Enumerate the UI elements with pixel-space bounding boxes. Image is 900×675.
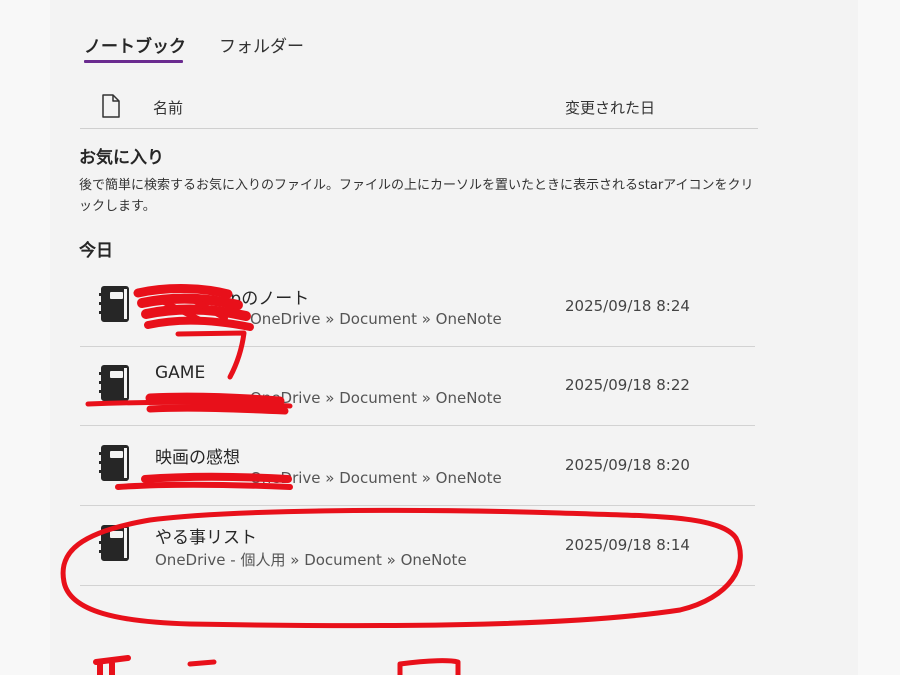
notebook-icon (98, 285, 132, 327)
notebook-date: 2025/09/18 8:14 (565, 536, 690, 554)
notebook-icon (98, 524, 132, 566)
notebook-title: 映画の感想 (155, 448, 240, 468)
notebook-date: 2025/09/18 8:22 (565, 376, 690, 394)
today-title: 今日 (79, 241, 113, 261)
column-header-name[interactable]: 名前 (153, 97, 183, 118)
file-icon (101, 94, 121, 122)
favorites-title: お気に入り (79, 148, 164, 168)
notebook-title: GAME (155, 363, 206, 383)
notebook-row[interactable]: apのノート OneDrive » Document » OneNote 202… (80, 267, 755, 347)
column-header: 名前 変更された日 (80, 88, 758, 129)
notebook-title: やる事リスト (155, 528, 257, 548)
left-margin (0, 0, 50, 675)
notebook-row[interactable]: GAME OneDrive » Document » OneNote 2025/… (80, 346, 755, 426)
right-margin (858, 0, 900, 675)
column-header-date[interactable]: 変更された日 (565, 97, 655, 118)
active-tab-indicator (84, 60, 183, 63)
favorites-description: 後で簡単に検索するお気に入りのファイル。ファイルの上にカーソルを置いたときに表示… (79, 178, 754, 214)
notebook-date: 2025/09/18 8:20 (565, 456, 690, 474)
annotation-stroke (187, 659, 217, 667)
tab-folders[interactable]: フォルダー (219, 32, 304, 57)
notebook-path: OneDrive » Document » OneNote (250, 310, 502, 328)
tab-notebooks[interactable]: ノートブック (84, 32, 186, 57)
notebook-row[interactable]: 映画の感想 OneDrive » Document » OneNote 2025… (80, 426, 755, 506)
notebook-row[interactable]: やる事リスト OneDrive - 個人用 » Document » OneNo… (80, 506, 755, 586)
notebook-icon (98, 364, 132, 406)
annotation-stroke (397, 658, 461, 675)
notebook-icon (98, 444, 132, 486)
annotation-stroke (93, 655, 131, 675)
notebook-date: 2025/09/18 8:24 (565, 297, 690, 315)
notebook-path: OneDrive » Document » OneNote (250, 469, 502, 487)
notebook-path: OneDrive » Document » OneNote (250, 389, 502, 407)
notebook-title: apのノート (220, 289, 310, 309)
notebook-path: OneDrive - 個人用 » Document » OneNote (155, 551, 467, 569)
